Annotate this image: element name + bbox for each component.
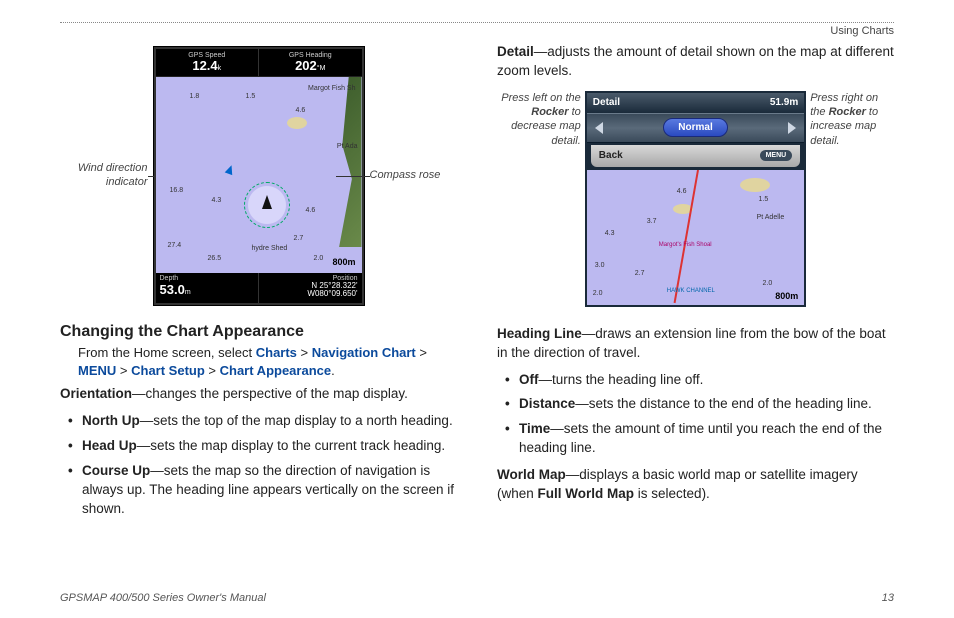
chevron-left-icon[interactable]: [595, 122, 603, 134]
detail-paragraph: Detail—adjusts the amount of detail show…: [497, 43, 894, 81]
heading-line-paragraph: Heading Line—draws an extension line fro…: [497, 325, 894, 363]
callout-rocker-left: Press left on the Rocker to decrease map…: [497, 91, 581, 148]
depth-value: 1.5: [758, 196, 768, 203]
depth-value: 2.0: [762, 280, 772, 287]
detail-title: Detail: [593, 97, 620, 108]
wind-arrow-icon: [224, 164, 235, 175]
list-item: Distance—sets the distance to the end of…: [505, 395, 894, 414]
depth-box: Depth 53.0m: [156, 273, 260, 303]
breadcrumb: Using Charts: [60, 25, 894, 37]
callout-rocker-right: Press right on the Rocker to increase ma…: [810, 91, 894, 148]
depth-value: 2.7: [635, 270, 645, 277]
depth-value: 1.5: [246, 93, 256, 100]
island-icon: [740, 178, 770, 192]
navigation-path: From the Home screen, select Charts > Na…: [78, 344, 457, 379]
list-item: Head Up—sets the map display to the curr…: [68, 437, 457, 456]
depth-value: 3.0: [595, 262, 605, 269]
header-rule: [60, 22, 894, 23]
island-icon: [287, 117, 307, 129]
slider-value-pill[interactable]: Normal: [663, 118, 727, 137]
depth-value: 26.5: [208, 255, 222, 262]
chart-map-area: 1.8 1.5 4.6 16.8 4.3 4.6 27.4 26.5 2.7 2…: [156, 77, 362, 273]
depth-value: 4.3: [605, 230, 615, 237]
detail-header: Detail 51.9m: [587, 93, 804, 113]
gps-speed-box: GPS Speed 12.4k: [156, 49, 260, 76]
callout-compass-rose: Compass rose: [370, 169, 448, 183]
list-item: Time—sets the amount of time until you r…: [505, 420, 894, 458]
map-label: hydre Shed: [252, 245, 288, 252]
detail-range: 51.9m: [770, 97, 798, 108]
gps-speed-value: 12.4k: [192, 59, 221, 73]
map-label: Margot's Fish Shoal: [659, 242, 712, 248]
map-label: Pt Adelle: [757, 214, 785, 221]
callout-wind-indicator: Wind direction indicator: [70, 162, 148, 190]
depth-value: 2.0: [593, 290, 603, 297]
map-label: HAWK CHANNEL: [667, 288, 715, 294]
depth-value: 2.7: [294, 235, 304, 242]
boat-icon: [262, 195, 272, 209]
list-item: North Up—sets the top of the map display…: [68, 412, 457, 431]
page-columns: Wind direction indicator GPS Speed 12.4k…: [60, 43, 894, 526]
chevron-right-icon[interactable]: [788, 122, 796, 134]
depth-value: 16.8: [170, 187, 184, 194]
heading-line-options: Off—turns the heading line off. Distance…: [497, 371, 894, 459]
gps-heading-value: 202°M: [295, 59, 325, 73]
depth-value: 1.8: [190, 93, 200, 100]
orientation-paragraph: Orientation—changes the perspective of t…: [60, 385, 457, 404]
right-column: Detail—adjusts the amount of detail show…: [497, 43, 894, 526]
left-column: Wind direction indicator GPS Speed 12.4k…: [60, 43, 457, 526]
menu-button[interactable]: MENU: [760, 150, 793, 161]
gps-device-screenshot: GPS Speed 12.4k GPS Heading 202°M 1.8: [154, 47, 364, 305]
page-footer: GPSMAP 400/500 Series Owner's Manual 13: [60, 592, 894, 604]
gps-heading-box: GPS Heading 202°M: [259, 49, 362, 76]
section-heading: Changing the Chart Appearance: [60, 323, 457, 341]
back-button[interactable]: Back: [599, 150, 623, 161]
manual-title: GPSMAP 400/500 Series Owner's Manual: [60, 592, 266, 604]
depth-value: 4.3: [212, 197, 222, 204]
orientation-options: North Up—sets the top of the map display…: [60, 412, 457, 518]
detail-slider[interactable]: Normal: [587, 113, 804, 143]
map-scale: 800m: [332, 257, 355, 267]
map-label: Pt Ada: [337, 143, 358, 150]
depth-value: 3.7: [647, 218, 657, 225]
map-scale: 800m: [775, 291, 798, 301]
figure-1: Wind direction indicator GPS Speed 12.4k…: [60, 47, 457, 305]
depth-value: 2.0: [314, 255, 324, 262]
page-number: 13: [882, 592, 894, 604]
world-map-paragraph: World Map—displays a basic world map or …: [497, 466, 894, 504]
detail-device-screenshot: Detail 51.9m Normal Back MENU 4.6: [585, 91, 806, 307]
depth-value: 4.6: [677, 188, 687, 195]
back-menu-bar: Back MENU: [591, 145, 800, 167]
depth-value: 4.6: [296, 107, 306, 114]
detail-map-area: 4.6 1.5 3.7 4.3 3.0 2.7 2.0 2.0 Pt Adell…: [587, 170, 804, 305]
land-mass: [330, 77, 362, 247]
position-box: Position N 25°28.322' W080°09.650': [259, 273, 362, 303]
map-label: Margot Fish Sh: [308, 85, 355, 92]
list-item: Course Up—sets the map so the direction …: [68, 462, 457, 519]
depth-value: 4.6: [306, 207, 316, 214]
list-item: Off—turns the heading line off.: [505, 371, 894, 390]
figure-2: Press left on the Rocker to decrease map…: [497, 91, 894, 307]
depth-value: 27.4: [168, 242, 182, 249]
